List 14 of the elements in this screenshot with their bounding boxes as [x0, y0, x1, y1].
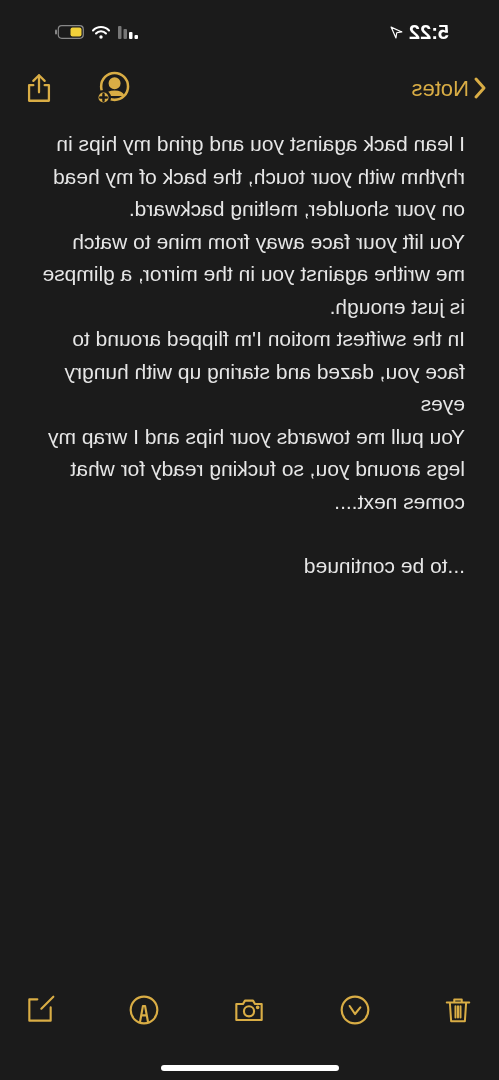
back-button[interactable]: Notes: [411, 71, 487, 105]
location-arrow-icon: [389, 25, 403, 39]
note-paragraph: You pull me towards your hips and I wrap my legs around you, so fucking ready for what comes next....: [46, 423, 465, 515]
signal-icon: [118, 25, 138, 39]
chevron-left-icon: [473, 76, 487, 100]
wifi-icon: [92, 25, 110, 39]
note-paragraph: I lean back against you and grind my hips in rhythm with your touch, the back of my head on your shoulder, melting backward.: [51, 131, 465, 222]
note-paragraph: In the swiftest motion I'm flipped around to face you, dazed and staring up with hungry eyes: [63, 326, 465, 417]
pen-tip-circle-icon[interactable]: [127, 994, 160, 1026]
note-paragraph: You lift your face away from mine to watch me writhe against you in the mirror, a glimpse is just enough.: [41, 228, 465, 320]
clock-time: 5:22: [408, 20, 449, 45]
checkmark-circle-icon[interactable]: [339, 994, 372, 1026]
note-paragraph: ...to be continued: [302, 553, 465, 579]
battery-icon: [54, 25, 84, 39]
